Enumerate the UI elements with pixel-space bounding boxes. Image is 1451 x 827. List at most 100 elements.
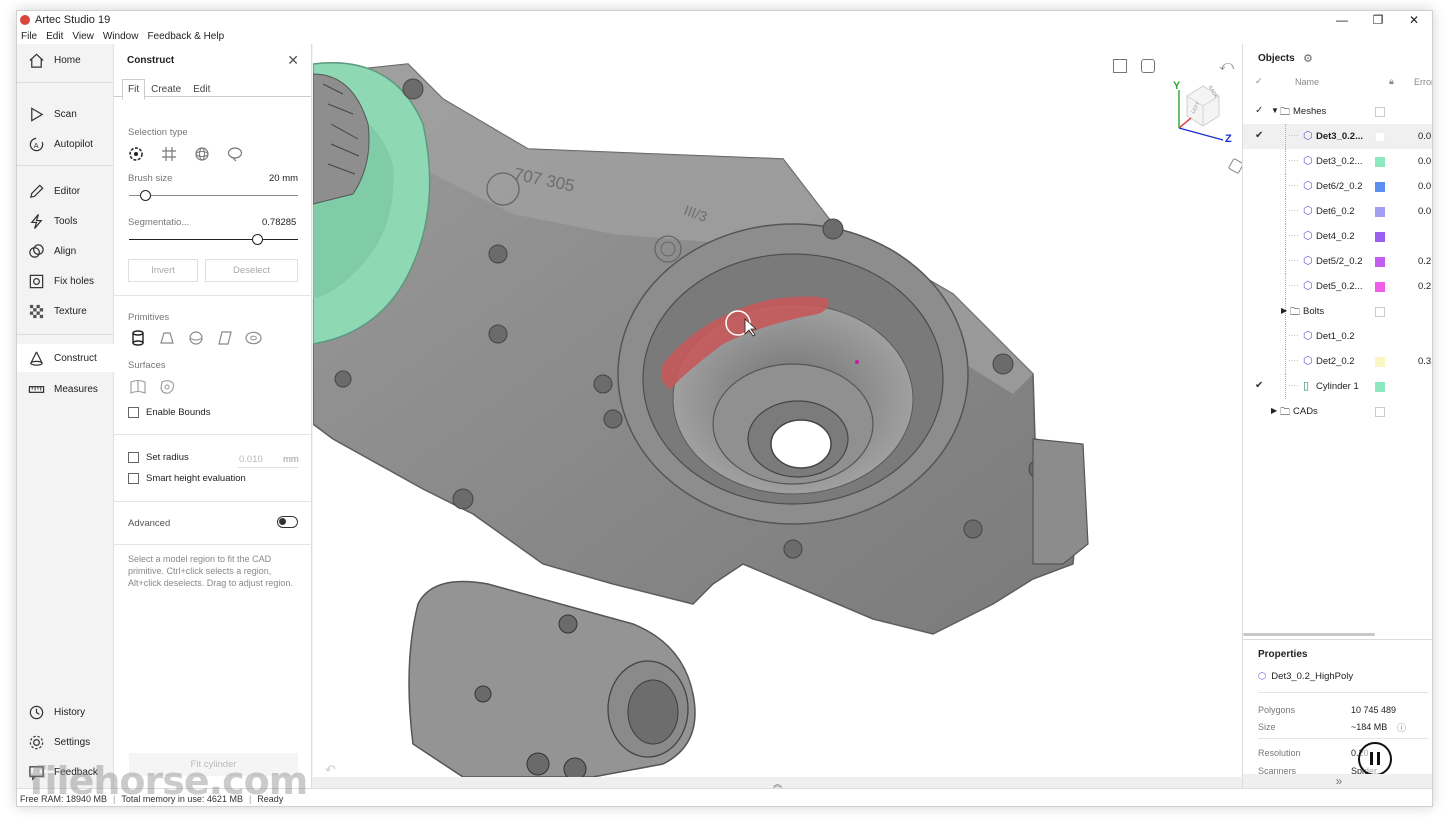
- pause-icon[interactable]: [1358, 742, 1392, 776]
- plane-primitive-icon[interactable]: [216, 329, 233, 346]
- invert-button[interactable]: Invert: [128, 259, 198, 282]
- 3d-viewport[interactable]: 707 305 III/3 ⤺ Y Z BACK LEFT ↶: [313, 44, 1242, 777]
- menu-edit[interactable]: Edit: [46, 31, 63, 42]
- segmentation-slider-handle[interactable]: [252, 234, 263, 245]
- close-panel-icon[interactable]: ✕: [287, 52, 299, 69]
- nav-texture[interactable]: Texture: [17, 297, 114, 325]
- color-swatch[interactable]: [1375, 357, 1385, 367]
- sphere-select-icon[interactable]: [193, 145, 210, 162]
- mesh-icon: ⬡: [1303, 130, 1313, 142]
- object-name: Det6_0.2: [1316, 206, 1355, 217]
- column-error: Error: [1414, 77, 1433, 87]
- segmentation-slider[interactable]: [129, 239, 298, 240]
- nav-scan[interactable]: Scan: [17, 100, 114, 128]
- color-swatch[interactable]: [1375, 157, 1385, 167]
- object-row[interactable]: ···· ⬡ Det6_0.2 0.0: [1243, 199, 1432, 224]
- color-swatch[interactable]: [1375, 282, 1385, 292]
- object-row[interactable]: ···· ⬡ Det4_0.2: [1243, 224, 1432, 249]
- visibility-check[interactable]: ✔: [1255, 130, 1263, 141]
- nav-home[interactable]: Home: [17, 46, 114, 74]
- close-window-button[interactable]: ✕: [1396, 11, 1432, 28]
- checkbox-box[interactable]: [128, 452, 139, 463]
- color-swatch[interactable]: [1375, 232, 1385, 242]
- cone-primitive-icon[interactable]: [158, 329, 175, 346]
- freeform-surface-icon[interactable]: [158, 378, 175, 395]
- cylinder-icon[interactable]: [129, 329, 146, 346]
- expand-properties-button[interactable]: »: [1243, 774, 1432, 789]
- visibility-check[interactable]: ✔: [1255, 380, 1263, 391]
- nav-autopilot[interactable]: A Autopilot: [17, 130, 114, 158]
- minimize-button[interactable]: —: [1324, 11, 1360, 28]
- object-folder-row[interactable]: ✓ ▼ 🗀︎ Meshes: [1243, 99, 1432, 124]
- tab-create[interactable]: Create: [145, 79, 187, 100]
- properties-object: ⬡ Det3_0.2_HighPoly: [1258, 671, 1353, 682]
- object-row[interactable]: ···· ⬡ Det2_0.2 0.3: [1243, 349, 1432, 374]
- object-row[interactable]: ✔ ···· ▯ Cylinder 1: [1243, 374, 1432, 399]
- checkbox-box[interactable]: [128, 407, 139, 418]
- tab-edit[interactable]: Edit: [187, 79, 216, 100]
- polygons-label: Polygons: [1258, 705, 1296, 715]
- color-swatch[interactable]: [1375, 182, 1385, 192]
- lasso-select-icon[interactable]: [226, 145, 243, 162]
- menu-view[interactable]: View: [72, 31, 94, 42]
- surface-patch-icon[interactable]: [129, 378, 146, 395]
- object-name: Det1_0.2: [1316, 331, 1355, 342]
- visibility-check[interactable]: ✓: [1255, 105, 1263, 116]
- nav-measures[interactable]: Measures: [17, 375, 114, 403]
- color-swatch[interactable]: [1375, 207, 1385, 217]
- brush-select-icon[interactable]: [127, 145, 144, 162]
- nav-editor[interactable]: Editor: [17, 177, 114, 205]
- enable-bounds-checkbox[interactable]: Enable Bounds: [128, 407, 210, 418]
- focus-view-icon[interactable]: [1141, 59, 1155, 73]
- object-row[interactable]: ···· ⬡ Det5_0.2... 0.2: [1243, 274, 1432, 299]
- brush-size-slider[interactable]: [129, 195, 298, 196]
- nav-align[interactable]: Align: [17, 237, 114, 265]
- object-row[interactable]: ···· ⬡ Det1_0.2: [1243, 324, 1432, 349]
- deselect-button[interactable]: Deselect: [205, 259, 298, 282]
- color-swatch[interactable]: [1375, 382, 1385, 392]
- tab-fit[interactable]: Fit: [122, 79, 146, 100]
- set-radius-checkbox[interactable]: Set radius: [128, 452, 189, 463]
- object-folder-row[interactable]: ▶ 🗀︎ CADs: [1243, 399, 1432, 424]
- color-swatch[interactable]: [1375, 257, 1385, 267]
- undo-icon[interactable]: ↶: [325, 762, 336, 777]
- nav-fix-holes[interactable]: Fix holes: [17, 267, 114, 295]
- expand-arrow-icon[interactable]: ▶: [1271, 406, 1277, 415]
- object-name: Det3_0.2...: [1316, 156, 1363, 167]
- nav-tools[interactable]: Tools: [17, 207, 114, 235]
- rotate-view-icon[interactable]: ⤺: [1219, 57, 1234, 74]
- nav-settings[interactable]: Settings: [17, 728, 114, 756]
- checkbox-label: Set radius: [146, 452, 189, 463]
- object-row[interactable]: ✔ ···· ⬡ Det3_0.2... 0.0: [1243, 124, 1432, 149]
- object-row[interactable]: ···· ⬡ Det6/2_0.2 0.0: [1243, 174, 1432, 199]
- object-row[interactable]: ···· ⬡ Det3_0.2... 0.0: [1243, 149, 1432, 174]
- gear-icon[interactable]: ⚙: [1303, 52, 1313, 65]
- sphere-primitive-icon[interactable]: [187, 329, 204, 346]
- checkbox-box[interactable]: [128, 473, 139, 484]
- smart-height-checkbox[interactable]: Smart height evaluation: [128, 473, 246, 484]
- menu-feedback-help[interactable]: Feedback & Help: [147, 31, 224, 42]
- info-icon[interactable]: ⓘ: [1397, 721, 1406, 734]
- fit-view-icon[interactable]: [1113, 59, 1127, 73]
- nav-history[interactable]: History: [17, 698, 114, 726]
- nav-construct[interactable]: Construct: [17, 344, 114, 372]
- advanced-toggle[interactable]: [277, 516, 298, 528]
- objects-scrollbar[interactable]: [1243, 633, 1375, 636]
- object-name: CADs: [1293, 406, 1318, 417]
- object-row[interactable]: ···· ⬡ Det5/2_0.2 0.2: [1243, 249, 1432, 274]
- menu-window[interactable]: Window: [103, 31, 139, 42]
- torus-primitive-icon[interactable]: [245, 329, 262, 346]
- surfaces-label: Surfaces: [128, 360, 166, 371]
- expand-bottom-panel-button[interactable]: ︽: [313, 777, 1242, 789]
- radius-input[interactable]: 0.010: [239, 454, 263, 465]
- restore-button[interactable]: ❐: [1360, 11, 1396, 28]
- object-folder-row[interactable]: ▶ 🗀︎ Bolts: [1243, 299, 1432, 324]
- menu-file[interactable]: File: [21, 31, 37, 42]
- brush-size-slider-handle[interactable]: [140, 190, 151, 201]
- object-name: Det6/2_0.2: [1316, 181, 1363, 192]
- color-swatch[interactable]: [1375, 132, 1385, 142]
- expand-arrow-icon[interactable]: ▼: [1271, 106, 1279, 115]
- grid-select-icon[interactable]: [160, 145, 177, 162]
- expand-arrow-icon[interactable]: ▶: [1281, 306, 1287, 315]
- orientation-gizmo[interactable]: Y Z BACK LEFT: [1173, 74, 1233, 145]
